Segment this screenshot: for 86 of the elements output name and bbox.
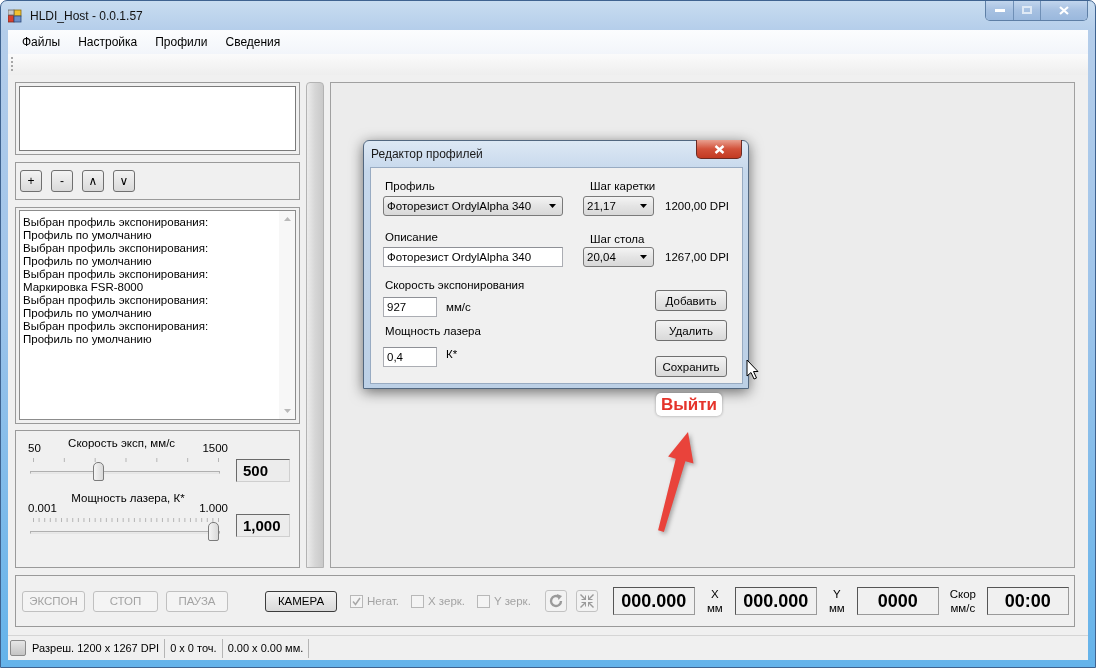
mouse-cursor-icon [746,359,759,380]
slider-value-field[interactable]: 1,000 [236,514,290,537]
readout-caption: мм/с [950,601,976,615]
description-field[interactable]: Фоторезист OrdylAlpha 340 [383,247,563,267]
minimize-icon [994,8,1005,12]
log-line: Профиль по умолчанию [23,333,153,346]
slider-thumb[interactable] [208,522,219,541]
readout-display: 000.000 [612,587,695,615]
field-label: Профиль [384,179,435,193]
profile-dropdown[interactable]: Фоторезист OrdylAlpha 340 [383,196,563,216]
checkbox-label: Y зерк. [494,595,531,607]
menu-item[interactable]: Профили [146,35,217,49]
menu-item[interactable]: Файлы [13,35,70,49]
slider-max-label: 1.000 [199,502,228,515]
list-button[interactable]: - [51,170,73,192]
caret-icon [549,204,556,208]
log-line: Профиль по умолчанию [23,255,153,268]
laser-power-field[interactable]: 0,4 [383,347,437,367]
maximize-button[interactable] [1014,1,1041,20]
log-line: Профиль по умолчанию [23,307,153,320]
slider-min-label: 50 [28,442,41,455]
checkbox-label: Негат. [367,595,399,607]
log-line: Выбран профиль экспонирования: [23,242,210,255]
dialog-button[interactable]: Добавить [655,290,727,311]
close-icon [713,144,725,154]
log-line: Выбран профиль экспонирования: [23,294,210,307]
dialog-title: Редактор профилей [371,147,483,161]
field-label: Шаг каретки [589,179,656,193]
readout-caption: Y [833,587,841,601]
status-text: 0.00 x 0.00 мм. [227,642,305,654]
scroll-up-icon [283,217,291,221]
list-button[interactable]: ∨ [113,170,135,192]
readout-display: 0000 [856,587,939,615]
readout-display: 00:00 [986,587,1069,615]
readout-caption: Скор [949,587,976,601]
close-button[interactable] [696,140,742,159]
status-text: 0 x 0 точ. [170,642,218,654]
unit-label: мм/с [446,301,471,313]
slider-label: Мощность лазера, К* [71,492,185,505]
field-label: Мощность лазера [384,324,481,338]
log-line: Выбран профиль экспонирования: [23,320,210,333]
log-line: Профиль по умолчанию [23,229,153,242]
field-label: Шаг стола [589,232,645,246]
dialog-button[interactable]: Сохранить [655,356,727,377]
unit-label: К* [446,348,458,360]
caret-icon [640,204,648,208]
field-label: Скорость экспонирования [384,278,525,292]
arrows-inward-icon [578,593,595,609]
dpi-reading: 1267,00 DPI [665,251,729,263]
list-button[interactable]: ∧ [82,170,104,192]
readout-display: 000.000 [734,587,817,615]
action-button[interactable]: КАМЕРА [265,590,337,612]
speed-field[interactable]: 927 [383,297,437,317]
status-indicator-icon [10,640,26,656]
slider-max-label: 1500 [202,442,228,455]
step-dropdown[interactable]: 21,17 [583,196,655,216]
splitter-handle[interactable] [306,82,324,568]
slider-label: Скорость эксп, мм/с [68,437,176,450]
caret-icon [640,255,648,259]
slider-min-label: 0.001 [28,502,57,515]
dialog-button[interactable]: Удалить [655,320,727,341]
annotation-label: Выйти [656,393,722,416]
readout-caption: мм [706,601,723,615]
slider-thumb[interactable] [92,462,104,481]
field-label: Описание [384,230,438,244]
menu-item[interactable]: Сведения [216,35,290,49]
readout-caption: мм [828,601,845,615]
app-icon [8,8,22,23]
scrollbar[interactable] [279,211,295,419]
dpi-reading: 1200,00 DPI [665,200,729,212]
refresh-icon [547,593,564,609]
log-line: Выбран профиль экспонирования: [23,268,210,281]
step-dropdown[interactable]: 20,04 [583,247,655,267]
scroll-down-icon [283,409,291,413]
slider-value-field[interactable]: 500 [236,459,290,482]
readout-caption: X [711,587,719,601]
maximize-icon [1022,6,1032,14]
status-text: Разреш. 1200 x 1267 DPI [32,642,161,654]
log-line: Маркировка FSR-8000 [23,281,145,294]
window-title: HLDI_Host - 0.0.1.57 [30,8,143,23]
close-icon [1059,5,1069,15]
list-button[interactable]: + [20,170,42,192]
log-line: Выбран профиль экспонирования: [23,216,210,229]
checkbox-label: X зерк. [428,595,465,607]
minimize-button[interactable] [986,1,1014,20]
menu-item[interactable]: Настройка [69,35,147,49]
